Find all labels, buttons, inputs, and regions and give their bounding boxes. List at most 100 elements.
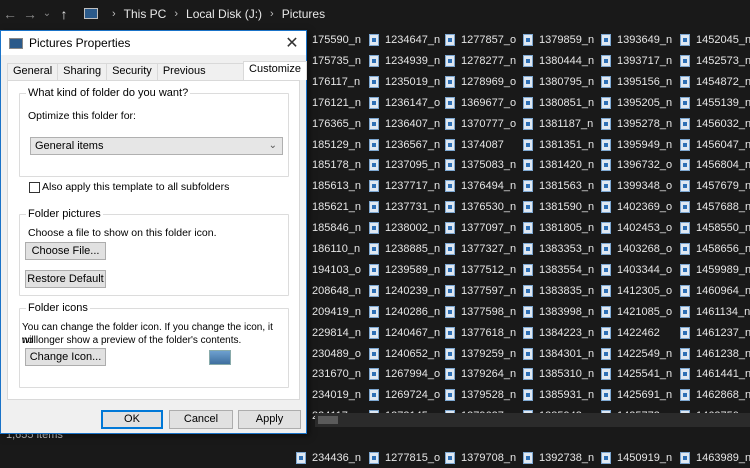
file-item[interactable]: 1452045_n	[680, 30, 750, 50]
file-item[interactable]: 1395205_n	[601, 93, 672, 113]
breadcrumb-pictures[interactable]: Pictures	[282, 7, 325, 21]
file-item[interactable]: 1277857_o	[445, 30, 516, 50]
file-item[interactable]: 1381805_n	[523, 218, 594, 238]
file-item[interactable]: 1454872_n	[680, 72, 750, 92]
recent-locations-chevron-icon[interactable]: ⌄	[40, 0, 54, 27]
address-bar[interactable]: › This PC › Local Disk (J:) › Pictures	[84, 3, 750, 24]
file-item[interactable]: 1234647_n	[369, 30, 440, 50]
tab-sharing[interactable]: Sharing	[57, 63, 108, 80]
breadcrumb-local-disk[interactable]: Local Disk (J:)	[186, 7, 262, 21]
file-item[interactable]: 1376530_n	[445, 197, 516, 217]
file-item[interactable]: 1383835_n	[523, 281, 594, 301]
file-item[interactable]: 1461237_n	[680, 323, 750, 343]
file-item[interactable]: 1240286_n	[369, 302, 440, 322]
file-item[interactable]: 1403344_o	[601, 260, 672, 280]
file-item[interactable]: 1412305_o	[601, 281, 672, 301]
file-item[interactable]: 1237717_n	[369, 176, 440, 196]
file-item[interactable]: 1384301_n	[523, 344, 594, 364]
file-item[interactable]: 1236147_o	[369, 93, 440, 113]
file-item[interactable]: 1385931_n	[523, 385, 594, 405]
file-item[interactable]: 1379259_n	[445, 344, 516, 364]
file-item[interactable]: 1422549_n	[601, 344, 672, 364]
file-item[interactable]: 1380795_n	[523, 72, 594, 92]
file-item[interactable]: 1422462	[601, 323, 660, 343]
tab-customize[interactable]: Customize	[243, 61, 307, 80]
file-item[interactable]: 1385310_n	[523, 364, 594, 384]
file-item[interactable]: 1238885_n	[369, 239, 440, 259]
tab-general[interactable]: General	[7, 63, 59, 80]
file-item[interactable]: 1369677_o	[445, 93, 516, 113]
file-item[interactable]: 1421085_o	[601, 302, 672, 322]
file-item[interactable]: 1377097_n	[445, 218, 516, 238]
file-item[interactable]: 1455139_n	[680, 93, 750, 113]
apply-subfolders-checkbox[interactable]	[29, 182, 40, 193]
file-item[interactable]: 1425691_n	[601, 385, 672, 405]
file-item[interactable]: 1277815_o	[369, 448, 440, 468]
breadcrumb-chevron-icon[interactable]: ›	[174, 8, 178, 20]
choose-file-button[interactable]: Choose File...	[25, 242, 106, 260]
file-item[interactable]: 234436_n	[296, 448, 361, 468]
file-item[interactable]: 1393717_n	[601, 51, 672, 71]
file-item[interactable]: 1450919_n	[601, 448, 672, 468]
file-item[interactable]: 1377512_n	[445, 260, 516, 280]
scrollbar-thumb[interactable]	[318, 416, 338, 424]
breadcrumb-chevron-icon[interactable]: ›	[270, 8, 274, 20]
file-item[interactable]: 1236407_n	[369, 114, 440, 134]
file-item[interactable]: 1236567_n	[369, 135, 440, 155]
file-item[interactable]: 1395156_n	[601, 72, 672, 92]
back-arrow-icon[interactable]: ←	[0, 0, 20, 27]
file-item[interactable]: 1376494_n	[445, 176, 516, 196]
forward-arrow-icon[interactable]: →	[20, 0, 40, 27]
file-item[interactable]: 1278277_n	[445, 51, 516, 71]
file-item[interactable]: 1240239_n	[369, 281, 440, 301]
file-item[interactable]: 1395949_n	[601, 135, 672, 155]
file-item[interactable]: 1393649_n	[601, 30, 672, 50]
file-item[interactable]: 1278969_o	[445, 72, 516, 92]
file-item[interactable]: 1383554_n	[523, 260, 594, 280]
file-item[interactable]: 1402369_o	[601, 197, 672, 217]
file-item[interactable]: 1267994_o	[369, 364, 440, 384]
file-item[interactable]: 1456047_n	[680, 135, 750, 155]
close-icon[interactable]: ✕	[278, 31, 306, 55]
file-item[interactable]: 1234939_n	[369, 51, 440, 71]
file-item[interactable]: 1381420_n	[523, 155, 594, 175]
file-item[interactable]: 1377598_n	[445, 302, 516, 322]
file-item[interactable]: 1240652_n	[369, 344, 440, 364]
file-item[interactable]: 1461134_n	[680, 302, 750, 322]
file-item[interactable]: 1460964_n	[680, 281, 750, 301]
file-item[interactable]: 1457679_n	[680, 176, 750, 196]
file-item[interactable]: 1374087	[445, 135, 504, 155]
file-item[interactable]: 1384223_n	[523, 323, 594, 343]
file-item[interactable]: 1379528_n	[445, 385, 516, 405]
file-item[interactable]: 1240467_n	[369, 323, 440, 343]
file-item[interactable]: 1375083_n	[445, 155, 516, 175]
file-item[interactable]: 1377597_n	[445, 281, 516, 301]
file-item[interactable]: 1239589_n	[369, 260, 440, 280]
ok-button[interactable]: OK	[101, 410, 163, 429]
file-item[interactable]: 1395278_n	[601, 114, 672, 134]
file-item[interactable]: 1402453_o	[601, 218, 672, 238]
file-item[interactable]: 1377327_n	[445, 239, 516, 259]
optimize-folder-select[interactable]: General items ⌄	[30, 137, 283, 155]
file-item[interactable]: 1269724_o	[369, 385, 440, 405]
file-item[interactable]: 1452573_n	[680, 51, 750, 71]
file-item[interactable]: 1379859_n	[523, 30, 594, 50]
tab-security[interactable]: Security	[106, 63, 158, 80]
tab-previous-versions[interactable]: Previous Versions	[156, 63, 245, 92]
file-item[interactable]: 1380851_n	[523, 93, 594, 113]
breadcrumb-this-pc[interactable]: This PC	[124, 7, 167, 21]
change-icon-button[interactable]: Change Icon...	[25, 348, 106, 366]
file-item[interactable]: 1379708_n	[445, 448, 516, 468]
file-item[interactable]: 1381351_n	[523, 135, 594, 155]
file-item[interactable]: 1237731_n	[369, 197, 440, 217]
apply-subfolders-label[interactable]: Also apply this template to all subfolde…	[42, 181, 229, 194]
file-item[interactable]: 1379264_n	[445, 364, 516, 384]
file-item[interactable]: 1381590_n	[523, 197, 594, 217]
dialog-titlebar[interactable]: Pictures Properties ✕	[1, 31, 306, 55]
file-item[interactable]: 1399348_o	[601, 176, 672, 196]
file-item[interactable]: 1457688_n	[680, 197, 750, 217]
file-item[interactable]: 1235019_n	[369, 72, 440, 92]
file-item[interactable]: 1456032_n	[680, 114, 750, 134]
file-item[interactable]: 1377618_n	[445, 323, 516, 343]
file-item[interactable]: 1381187_n	[523, 114, 593, 134]
